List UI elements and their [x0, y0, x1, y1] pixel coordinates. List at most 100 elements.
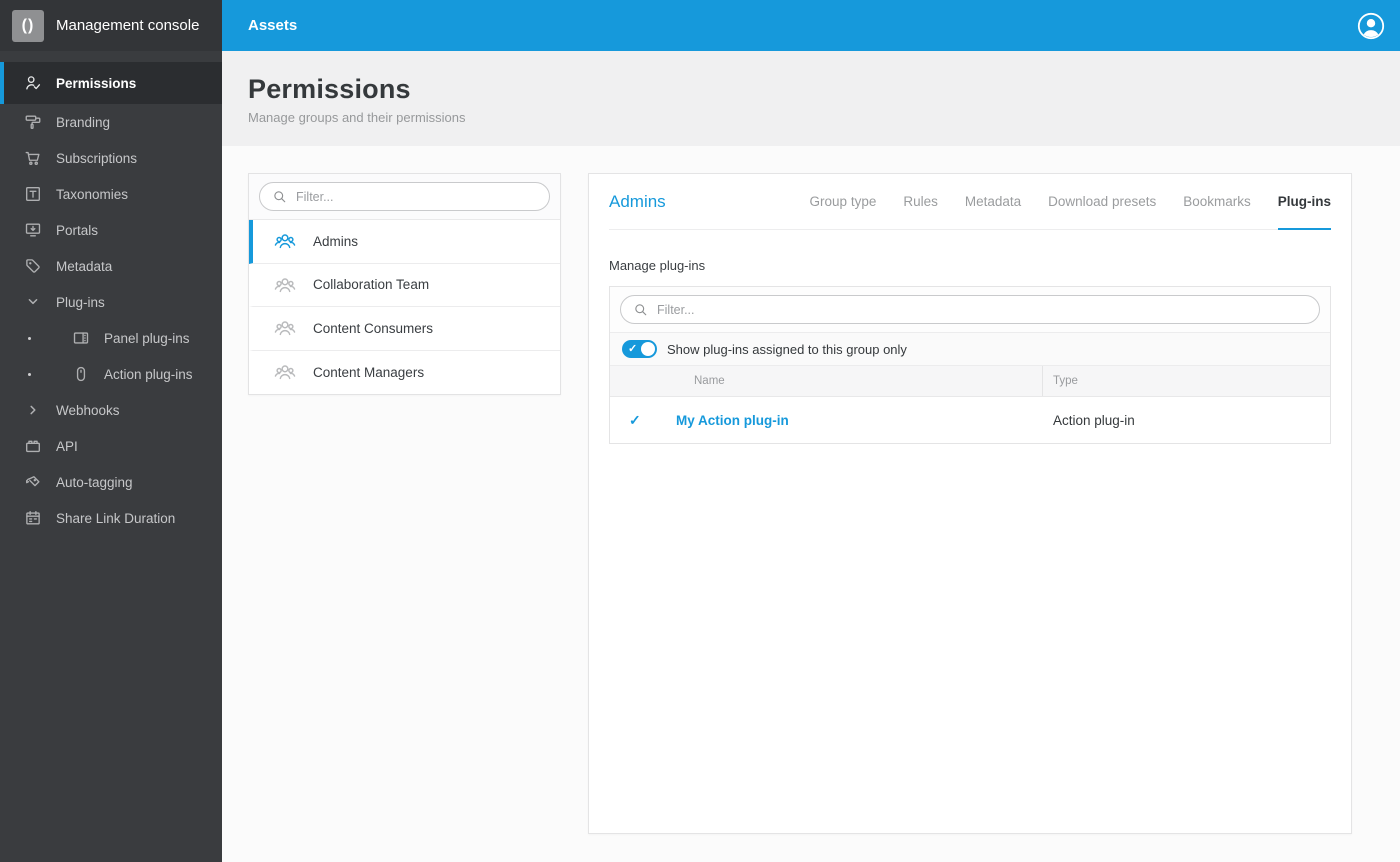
group-item-label: Content Consumers	[313, 320, 434, 336]
table-row[interactable]: ✓ My Action plug-in Action plug-in	[610, 397, 1330, 443]
sidebar-item-label: API	[56, 438, 78, 454]
tab-plugins[interactable]: Plug-ins	[1277, 174, 1331, 230]
plugin-name-link[interactable]: My Action plug-in	[676, 413, 1043, 428]
sidebar-nav: Permissions Branding Subscriptions Taxon…	[0, 62, 222, 536]
plugin-type-cell: Action plug-in	[1053, 412, 1135, 428]
search-icon	[272, 189, 287, 204]
assigned-only-toggle[interactable]: ✓	[622, 340, 657, 358]
group-item-content-managers[interactable]: Content Managers	[249, 350, 560, 394]
sidebar-item-branding[interactable]: Branding	[0, 104, 222, 140]
page-title: Permissions	[248, 74, 411, 104]
sidebar-item-panel-plugins[interactable]: Panel plug-ins	[0, 320, 222, 356]
sidebar-item-metadata[interactable]: Metadata	[0, 248, 222, 284]
group-item-label: Collaboration Team	[313, 277, 430, 293]
detail-header: Admins Group type Rules Metadata Downloa…	[609, 174, 1331, 230]
sidebar: () Management console Permissions Brandi…	[0, 0, 222, 862]
calendar-icon	[24, 509, 42, 527]
sidebar-item-auto-tagging[interactable]: Auto-tagging	[0, 464, 222, 500]
sidebar-item-label: Action plug-ins	[104, 366, 193, 382]
group-item-label: Admins	[313, 233, 359, 249]
sidebar-item-webhooks[interactable]: Webhooks	[0, 392, 222, 428]
group-item-content-consumers[interactable]: Content Consumers	[249, 307, 560, 351]
sidebar-header: () Management console	[0, 0, 222, 51]
tab-rules[interactable]: Rules	[903, 174, 938, 230]
taxonomy-icon	[24, 185, 42, 203]
chevron-down-icon	[24, 293, 42, 311]
sidebar-item-label: Metadata	[56, 258, 113, 274]
sidebar-item-label: Permissions	[56, 75, 137, 91]
sidebar-item-label: Portals	[56, 222, 99, 238]
plugins-table-header: Name Type	[610, 366, 1330, 397]
sidebar-item-action-plugins[interactable]: Action plug-ins	[0, 356, 222, 392]
sidebar-item-label: Subscriptions	[56, 150, 138, 166]
sidebar-item-taxonomies[interactable]: Taxonomies	[0, 176, 222, 212]
group-list-panel: Admins Collaboration Team Content Consum…	[248, 173, 561, 395]
sidebar-title: Management console	[56, 17, 200, 34]
main-area: Assets Permissions Manage groups and the…	[222, 0, 1400, 862]
bullet-icon	[28, 336, 31, 340]
group-item-admins[interactable]: Admins	[249, 220, 560, 264]
topbar: Assets	[222, 0, 1400, 51]
group-icon	[274, 230, 296, 252]
sidebar-item-label: Webhooks	[56, 402, 120, 418]
page-header: Permissions Manage groups and their perm…	[222, 51, 1400, 146]
api-icon	[24, 437, 42, 455]
bullet-icon	[28, 372, 31, 376]
sidebar-item-label: Auto-tagging	[56, 474, 133, 490]
plugins-filter-section	[610, 287, 1330, 333]
sidebar-item-label: Panel plug-ins	[104, 330, 190, 346]
manage-plugins-box: ✓ Show plug-ins assigned to this group o…	[609, 286, 1331, 444]
person-check-icon	[24, 74, 42, 92]
panel-plugin-icon	[72, 329, 90, 347]
group-item-collaboration-team[interactable]: Collaboration Team	[249, 263, 560, 307]
detail-title: Admins	[609, 191, 666, 211]
search-icon	[633, 302, 648, 317]
assigned-check-icon: ✓	[629, 411, 641, 428]
app-logo-icon: ()	[12, 9, 44, 42]
app-root: () Management console Permissions Brandi…	[0, 0, 1400, 862]
auto-tagging-icon	[24, 473, 42, 491]
group-icon	[274, 274, 296, 296]
tab-bookmarks[interactable]: Bookmarks	[1183, 174, 1251, 230]
tab-download-presets[interactable]: Download presets	[1048, 174, 1156, 230]
content: Admins Collaboration Team Content Consum…	[222, 146, 1400, 862]
plugins-filter-input[interactable]	[657, 302, 1307, 317]
sidebar-item-portals[interactable]: Portals	[0, 212, 222, 248]
sidebar-item-label: Share Link Duration	[56, 510, 176, 526]
group-icon	[274, 317, 296, 339]
tab-metadata[interactable]: Metadata	[965, 174, 1021, 230]
topbar-title: Assets	[248, 17, 298, 34]
cart-icon	[24, 149, 42, 167]
sidebar-item-label: Taxonomies	[56, 186, 129, 202]
toggle-check-icon: ✓	[628, 342, 638, 355]
group-filter-input[interactable]	[296, 189, 537, 204]
sidebar-item-label: Branding	[56, 114, 111, 130]
action-plugin-icon	[72, 365, 90, 383]
group-icon	[274, 361, 296, 383]
column-header-name: Name	[610, 366, 1043, 396]
page-subtitle: Manage groups and their permissions	[248, 110, 466, 125]
sidebar-item-share-link-duration[interactable]: Share Link Duration	[0, 500, 222, 536]
portal-icon	[24, 221, 42, 239]
detail-tabs: Group type Rules Metadata Download prese…	[810, 174, 1331, 230]
group-filter-field	[259, 182, 550, 211]
sidebar-item-api[interactable]: API	[0, 428, 222, 464]
manage-plugins-title: Manage plug-ins	[609, 258, 706, 273]
tag-icon	[24, 257, 42, 275]
chevron-right-icon	[24, 401, 42, 419]
assigned-only-row: ✓ Show plug-ins assigned to this group o…	[610, 333, 1330, 366]
paint-roller-icon	[24, 113, 42, 131]
sidebar-item-subscriptions[interactable]: Subscriptions	[0, 140, 222, 176]
assigned-only-label: Show plug-ins assigned to this group onl…	[667, 341, 907, 357]
toggle-knob	[641, 342, 655, 356]
column-header-type: Type	[1053, 375, 1078, 387]
user-avatar-icon[interactable]	[1356, 11, 1386, 41]
group-item-label: Content Managers	[313, 364, 425, 380]
sidebar-item-label: Plug-ins	[56, 294, 105, 310]
group-filter-section	[249, 174, 560, 220]
sidebar-item-plugins[interactable]: Plug-ins	[0, 284, 222, 320]
group-detail-panel: Admins Group type Rules Metadata Downloa…	[588, 173, 1352, 834]
sidebar-item-permissions[interactable]: Permissions	[0, 62, 222, 104]
plugins-filter-field	[620, 295, 1320, 324]
tab-group-type[interactable]: Group type	[810, 174, 877, 230]
